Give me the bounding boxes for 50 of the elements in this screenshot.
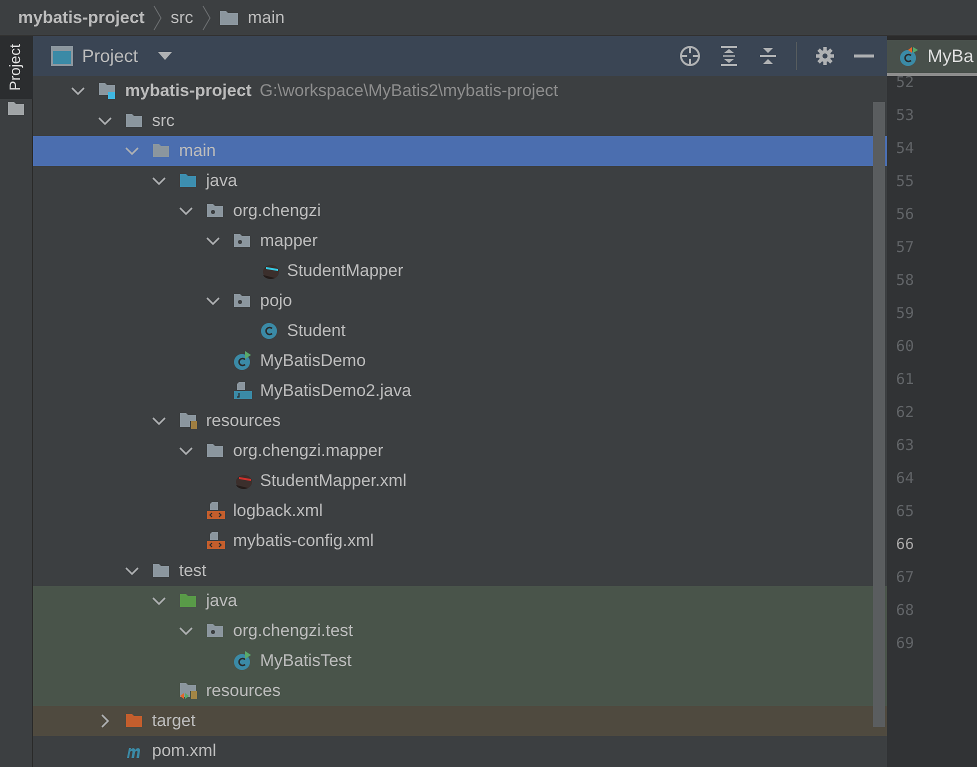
resources-folder-icon — [179, 681, 198, 701]
java-file-icon — [233, 381, 252, 401]
class-icon — [233, 351, 252, 371]
tree-item[interactable]: mapper — [33, 226, 887, 256]
tree-item[interactable]: MyBatisDemo2.java — [33, 376, 887, 406]
xml-file-icon — [206, 531, 225, 551]
breadcrumb-item[interactable]: main — [248, 4, 285, 30]
tree-item[interactable]: logback.xml — [33, 496, 887, 526]
editor-tab[interactable]: MyBa — [887, 40, 977, 76]
resources-folder-icon — [179, 411, 198, 431]
tree-item[interactable]: mybatis-config.xml — [33, 526, 887, 556]
tree-item[interactable]: org.chengzi.mapper — [33, 436, 887, 466]
tree-item[interactable]: java — [33, 586, 887, 616]
breadcrumb-item[interactable]: src — [170, 4, 194, 30]
line-number: 66 — [896, 534, 916, 555]
locate-icon[interactable] — [679, 45, 701, 67]
tree-item[interactable]: pom.xml — [33, 736, 887, 766]
tree-item[interactable]: StudentMapper.xml — [33, 466, 887, 496]
tree-item[interactable]: StudentMapper — [33, 256, 887, 286]
separator-icon — [153, 4, 162, 30]
project-path: G:\workspace\MyBatis2\mybatis-project — [260, 80, 558, 102]
tree-item[interactable]: org.chengzi.test — [33, 616, 887, 646]
tree-item[interactable]: src — [33, 106, 887, 136]
class-icon — [233, 651, 252, 671]
class-icon — [899, 46, 919, 66]
window-icon — [51, 46, 73, 66]
tree-item[interactable]: MyBatisTest — [33, 646, 887, 676]
tree-item[interactable]: java — [33, 166, 887, 196]
expand-all-icon[interactable] — [718, 45, 740, 67]
dropdown-caret-icon[interactable] — [158, 52, 172, 60]
panel-title[interactable]: Project — [82, 42, 138, 70]
collapse-all-icon[interactable] — [757, 45, 779, 67]
tree-item[interactable]: target — [33, 706, 887, 736]
class-icon — [260, 321, 279, 341]
tree-item[interactable]: org.chengzi — [33, 196, 887, 226]
tree-item[interactable]: mybatis-project G:\workspace\MyBatis2\mybatis-project — [33, 76, 887, 106]
side-tab[interactable]: Project — [0, 36, 33, 99]
folder-icon — [219, 8, 240, 26]
scrollbar[interactable] — [873, 102, 885, 727]
tree-item[interactable]: Student — [33, 316, 887, 346]
tree-item[interactable]: pojo — [33, 286, 887, 316]
separator-icon — [202, 4, 211, 30]
settings-icon[interactable] — [814, 45, 836, 67]
tree-item[interactable]: resources — [33, 676, 887, 706]
module-folder-icon — [98, 81, 117, 101]
breadcrumb-item[interactable]: mybatis-project — [18, 4, 145, 30]
xml-file-icon — [206, 501, 225, 521]
tree-item[interactable]: test — [33, 556, 887, 586]
tree-item[interactable]: MyBatisDemo — [33, 346, 887, 376]
tree-item[interactable]: resources — [33, 406, 887, 436]
